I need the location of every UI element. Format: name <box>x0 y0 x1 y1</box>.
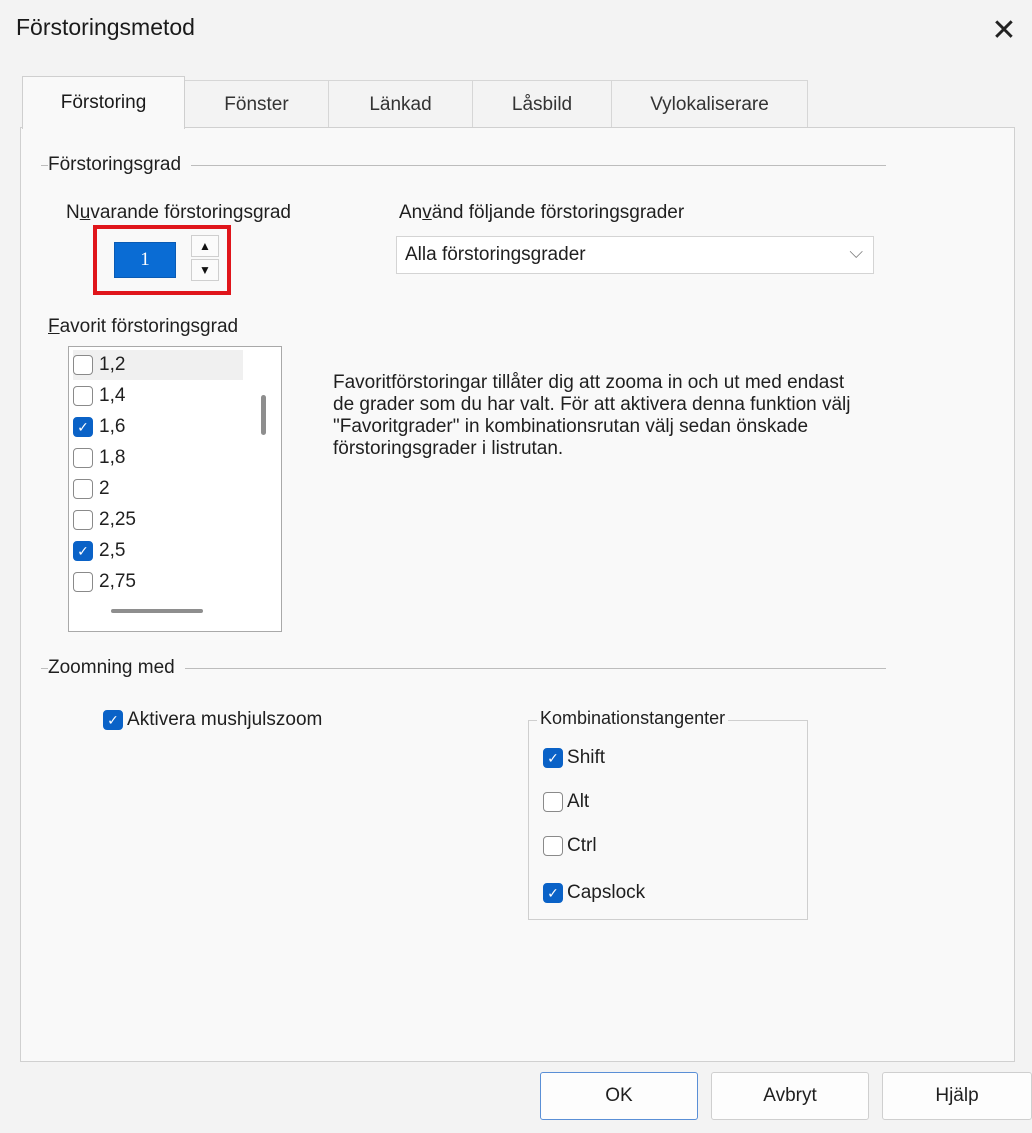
magnification-dialog: Förstoringsmetod ✕ Förstoring Fönster Lä… <box>0 0 1032 1133</box>
mouse-wheel-zoom-checkbox[interactable]: ✓ Aktivera mushjulszoom <box>103 709 322 731</box>
tab-forstoring[interactable]: Förstoring <box>22 76 185 129</box>
current-magnification-input[interactable]: 1 <box>114 242 176 278</box>
checkbox-box[interactable] <box>73 448 93 468</box>
help-button[interactable]: Hjälp <box>882 1072 1032 1120</box>
modifier-key-checkbox[interactable]: ✓ Shift <box>543 747 605 769</box>
modifier-key-label: Shift <box>567 747 606 768</box>
modifier-key-checkbox[interactable]: Ctrl <box>543 835 597 857</box>
ok-button[interactable]: OK <box>540 1072 698 1120</box>
favorite-item-label: 2,25 <box>99 509 136 530</box>
check-icon: ✓ <box>547 750 559 766</box>
checkbox-box[interactable]: ✓ <box>73 541 93 561</box>
window-title: Förstoringsmetod <box>16 14 195 40</box>
mouse-wheel-zoom-label: Aktivera mushjulszoom <box>127 709 323 730</box>
favorite-item[interactable]: 2 <box>73 474 243 504</box>
modifier-key-checkbox[interactable]: Alt <box>543 791 589 813</box>
checkbox-box[interactable] <box>73 355 93 375</box>
tab-fonster[interactable]: Fönster <box>184 80 329 128</box>
favorite-item-label: 2,5 <box>99 540 126 561</box>
modifier-keys-group: Kombinationstangenter ✓ Shift Alt Ctrl ✓ Caps… <box>528 708 808 920</box>
favorite-item-label: 2,75 <box>99 571 136 592</box>
tab-vylokaliserare[interactable]: Vylokaliserare <box>611 80 808 128</box>
cancel-button[interactable]: Avbryt <box>711 1072 869 1120</box>
checkbox-box[interactable] <box>73 572 93 592</box>
favorite-magnification-label: Favorit förstoringsgrad <box>48 316 239 337</box>
checkbox-box[interactable]: ✓ <box>543 748 563 768</box>
spinner-up-button[interactable]: ▲ <box>191 235 219 257</box>
favorite-item[interactable]: 2,25 <box>73 505 243 535</box>
close-icon: ✕ <box>991 13 1017 47</box>
tab-lasbild[interactable]: Låsbild <box>472 80 612 128</box>
check-icon: ✓ <box>107 712 119 728</box>
title-bar: Förstoringsmetod ✕ <box>0 0 1032 62</box>
use-magnifications-label: Använd följande förstoringsgrader <box>399 202 685 223</box>
checkbox-box[interactable] <box>73 510 93 530</box>
modifier-keys-legend: Kombinationstangenter <box>537 708 729 729</box>
favorite-item[interactable]: 1,2 <box>73 350 243 380</box>
spinner-down-button[interactable]: ▼ <box>191 259 219 281</box>
checkbox-box[interactable] <box>73 386 93 406</box>
horizontal-scrollbar-thumb[interactable] <box>111 609 203 613</box>
favorite-item[interactable]: 2,75 <box>73 567 243 597</box>
current-magnification-label: Nuvarande förstoringsgrad <box>66 202 291 223</box>
arrow-up-icon: ▲ <box>199 239 211 253</box>
favorite-magnification-list[interactable]: 2,75 ✓ 2,5 2,25 2 1,8 ✓ 1,6 1,4 1,2 <box>68 346 282 632</box>
favorite-item-label: 1,8 <box>99 447 126 468</box>
tab-lankad[interactable]: Länkad <box>328 80 473 128</box>
modifier-key-label: Ctrl <box>567 835 597 856</box>
favorite-item-label: 1,6 <box>99 416 126 437</box>
checkbox-box[interactable] <box>543 792 563 812</box>
favorite-item[interactable]: ✓ 1,6 <box>73 412 243 442</box>
checkbox-box[interactable]: ✓ <box>543 883 563 903</box>
modifier-key-label: Capslock <box>567 882 646 903</box>
chevron-down-icon: ⌵ <box>849 242 863 262</box>
zoom-group-label: Zoomning med <box>48 657 185 679</box>
checkbox-box[interactable] <box>73 479 93 499</box>
favorite-item[interactable]: 1,4 <box>73 381 243 411</box>
favorite-item[interactable]: 1,8 <box>73 443 243 473</box>
check-icon: ✓ <box>547 885 559 901</box>
modifier-key-label: Alt <box>567 791 590 812</box>
magnification-group-label: Förstoringsgrad <box>48 154 192 176</box>
favorite-help-text: Favoritförstoringar tillåter dig att zoo… <box>333 372 851 459</box>
favorite-item-label: 2 <box>99 478 110 499</box>
select-value: Alla förstoringsgrader <box>405 244 586 265</box>
arrow-down-icon: ▼ <box>199 263 211 277</box>
magnification-set-select[interactable]: Alla förstoringsgrader ⌵ <box>396 236 874 274</box>
favorite-item-label: 1,2 <box>99 354 126 375</box>
modifier-key-checkbox[interactable]: ✓ Capslock <box>543 882 645 904</box>
favorite-item[interactable]: ✓ 2,5 <box>73 536 243 566</box>
tab-panel-forstoring: Förstoringsgrad Nuvarande förstoringsgra… <box>20 127 1015 1062</box>
checkbox-box[interactable]: ✓ <box>73 417 93 437</box>
check-icon: ✓ <box>77 543 89 559</box>
check-icon: ✓ <box>77 419 89 435</box>
checkbox-box[interactable]: ✓ <box>103 710 123 730</box>
close-button[interactable]: ✕ <box>982 8 1026 52</box>
favorite-item-label: 1,4 <box>99 385 126 406</box>
checkbox-box[interactable] <box>543 836 563 856</box>
vertical-scrollbar-thumb[interactable] <box>261 395 266 435</box>
